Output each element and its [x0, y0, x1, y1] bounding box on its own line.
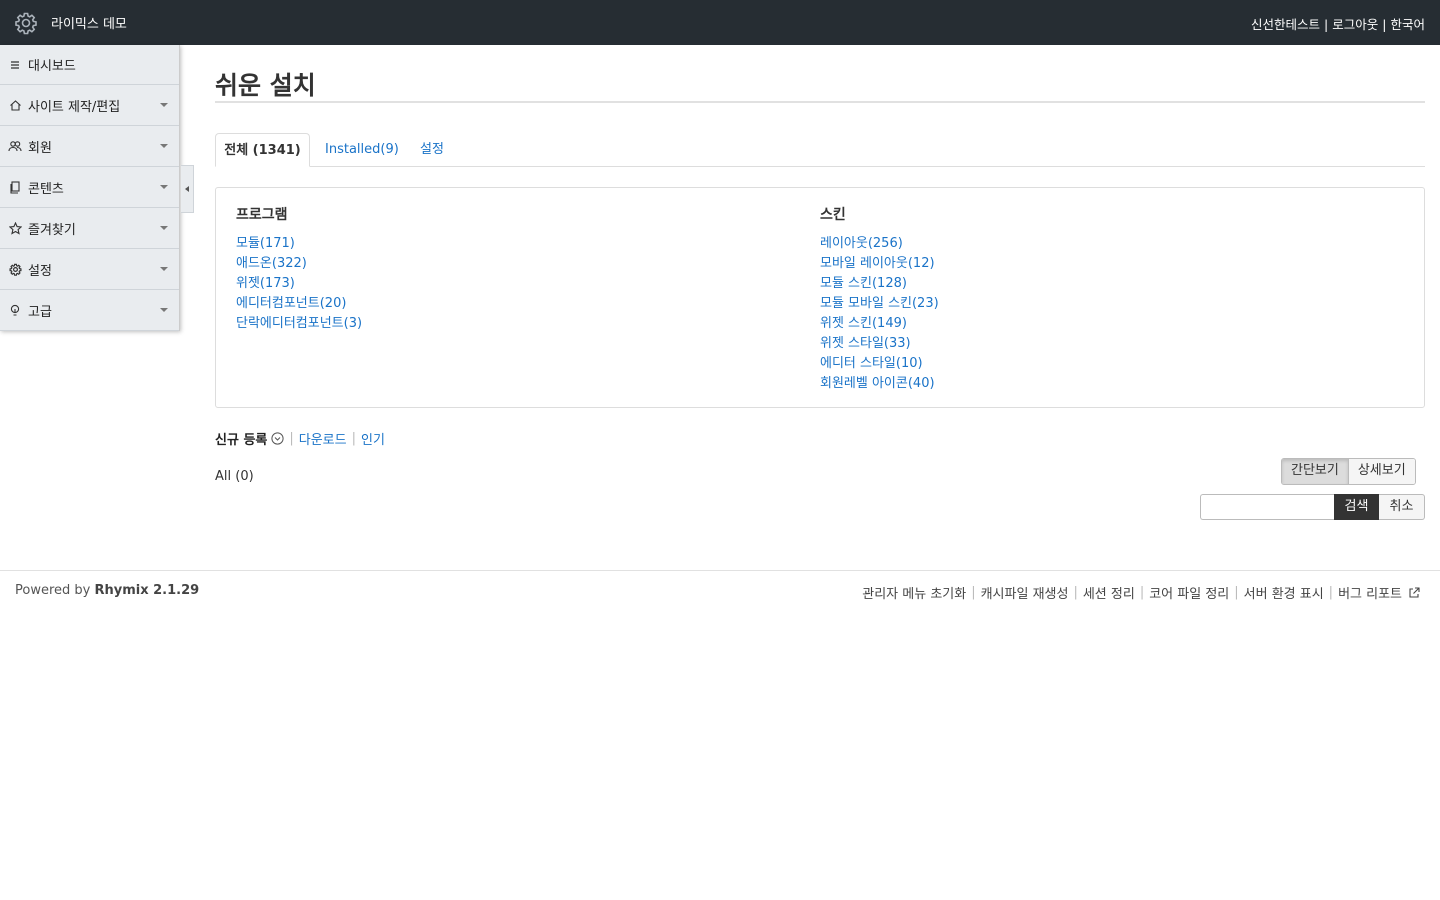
separator: | [1234, 585, 1239, 600]
category-link[interactable]: 에디터 스타일(10) [820, 356, 923, 371]
cancel-button[interactable]: 취소 [1379, 494, 1425, 520]
skin-categories: 스킨 레이아웃(256) 모바일 레이아웃(12) 모듈 스킨(128) 모듈 … [820, 204, 939, 394]
home-icon [8, 98, 22, 112]
simple-view-button[interactable]: 간단보기 [1282, 459, 1349, 484]
product-version[interactable]: Rhymix 2.1.29 [94, 583, 199, 598]
separator: | [1382, 17, 1387, 32]
category-link[interactable]: 에디터컴포넌트(20) [236, 296, 346, 311]
sidebar-item-site[interactable]: 사이트 제작/편집 [0, 85, 179, 126]
clean-sessions-link[interactable]: 세션 정리 [1083, 583, 1135, 602]
reset-admin-menu-link[interactable]: 관리자 메뉴 초기화 [862, 583, 966, 602]
user-links: 신선한테스트 | 로그아웃 | 한국어 [1251, 14, 1425, 33]
star-icon [8, 221, 22, 235]
tab-settings[interactable]: 설정 [420, 133, 444, 167]
tab-bar: 전체 (1341) Installed(9) 설정 [215, 133, 1425, 167]
list-icon [8, 58, 22, 72]
sort-options: 신규 등록 | 다운로드 | 인기 [215, 429, 385, 448]
powered-by: Powered by Rhymix 2.1.29 [15, 583, 199, 598]
documents-icon [8, 180, 22, 194]
sidebar-item-members[interactable]: 회원 [0, 126, 179, 167]
sort-downloads[interactable]: 다운로드 [299, 429, 347, 448]
page-title: 쉬운 설치 [215, 71, 316, 100]
chevron-down-icon [160, 144, 168, 148]
sidebar-item-label: 설정 [28, 263, 52, 279]
category-link[interactable]: 위젯 스킨(149) [820, 316, 907, 331]
regenerate-cache-link[interactable]: 캐시파일 재생성 [981, 583, 1069, 602]
divider [215, 101, 1425, 103]
chevron-down-icon [160, 267, 168, 271]
category-heading: 스킨 [820, 207, 846, 223]
language-link[interactable]: 한국어 [1390, 17, 1425, 32]
separator: | [351, 431, 356, 446]
server-env-link[interactable]: 서버 환경 표시 [1244, 583, 1324, 602]
sidebar-item-favorites[interactable]: 즐겨찾기 [0, 208, 179, 249]
sort-popular[interactable]: 인기 [361, 429, 385, 448]
bulb-icon [8, 303, 22, 317]
users-icon [8, 139, 22, 153]
result-count: All (0) [215, 469, 254, 484]
category-link[interactable]: 애드온(322) [236, 256, 307, 271]
separator: | [1324, 17, 1329, 32]
clean-core-files-link[interactable]: 코어 파일 정리 [1149, 583, 1229, 602]
sidebar-item-advanced[interactable]: 고급 [0, 290, 179, 331]
gear-icon[interactable] [12, 9, 40, 37]
divider [0, 570, 1440, 571]
sidebar-item-label: 콘텐츠 [28, 181, 64, 197]
chevron-down-icon [160, 103, 168, 107]
footer-links: 관리자 메뉴 초기화 | 캐시파일 재생성 | 세션 정리 | 코어 파일 정리… [862, 583, 1420, 602]
tab-all[interactable]: 전체 (1341) [215, 133, 310, 167]
chevron-down-icon [160, 308, 168, 312]
category-link[interactable]: 단락에디터컴포넌트(3) [236, 316, 362, 331]
sidebar-item-content[interactable]: 콘텐츠 [0, 167, 179, 208]
search-input[interactable] [1200, 494, 1334, 520]
bug-report-link[interactable]: 버그 리포트 [1338, 583, 1402, 602]
search-form: 검색 취소 [1200, 494, 1425, 520]
category-link[interactable]: 레이아웃(256) [820, 236, 903, 251]
chevron-left-icon [185, 186, 189, 192]
sidebar-item-settings[interactable]: 설정 [0, 249, 179, 290]
top-bar: 라이믹스 데모 신선한테스트 | 로그아웃 | 한국어 [0, 0, 1440, 45]
username-link[interactable]: 신선한테스트 [1251, 17, 1320, 32]
sidebar-item-label: 대시보드 [28, 59, 76, 74]
sidebar-item-label: 회원 [28, 140, 52, 156]
chevron-down-icon [160, 226, 168, 230]
separator: | [1073, 585, 1078, 600]
sidebar-item-label: 사이트 제작/편집 [28, 99, 121, 115]
category-link[interactable]: 모듈(171) [236, 236, 295, 251]
chevron-circle-down-icon[interactable] [271, 432, 284, 445]
sidebar-item-label: 고급 [28, 304, 52, 320]
separator: | [289, 431, 294, 446]
category-link[interactable]: 회원레벨 아이콘(40) [820, 376, 935, 391]
sidebar: 대시보드 사이트 제작/편집 회원 콘텐츠 즐겨찾기 설정 고급 [0, 45, 180, 331]
category-link[interactable]: 위젯(173) [236, 276, 295, 291]
separator: | [1328, 585, 1334, 600]
site-title[interactable]: 라이믹스 데모 [51, 13, 127, 32]
category-panel: 프로그램 모듈(171) 애드온(322) 위젯(173) 에디터컴포넌트(20… [215, 187, 1425, 408]
sidebar-collapse-button[interactable] [181, 165, 194, 213]
detail-view-button[interactable]: 상세보기 [1348, 459, 1415, 484]
logout-link[interactable]: 로그아웃 [1332, 17, 1378, 32]
category-link[interactable]: 모바일 레이아웃(12) [820, 256, 935, 271]
external-link-icon [1408, 586, 1420, 599]
sidebar-item-dashboard[interactable]: 대시보드 [0, 45, 179, 85]
category-link[interactable]: 모듈 스킨(128) [820, 276, 907, 291]
category-heading: 프로그램 [236, 207, 288, 223]
view-toggle: 간단보기 상세보기 [1281, 458, 1416, 485]
category-link[interactable]: 위젯 스타일(33) [820, 336, 911, 351]
search-button[interactable]: 검색 [1334, 494, 1379, 520]
separator: | [1139, 585, 1145, 600]
category-link[interactable]: 모듈 모바일 스킨(23) [820, 296, 939, 311]
separator: | [971, 585, 976, 600]
sort-newest[interactable]: 신규 등록 [215, 429, 267, 448]
sidebar-item-label: 즐겨찾기 [28, 222, 76, 238]
tab-installed[interactable]: Installed(9) [325, 133, 399, 167]
gear-icon [8, 262, 22, 276]
program-categories: 프로그램 모듈(171) 애드온(322) 위젯(173) 에디터컴포넌트(20… [236, 204, 362, 334]
powered-prefix: Powered by [15, 583, 95, 598]
chevron-down-icon [160, 185, 168, 189]
